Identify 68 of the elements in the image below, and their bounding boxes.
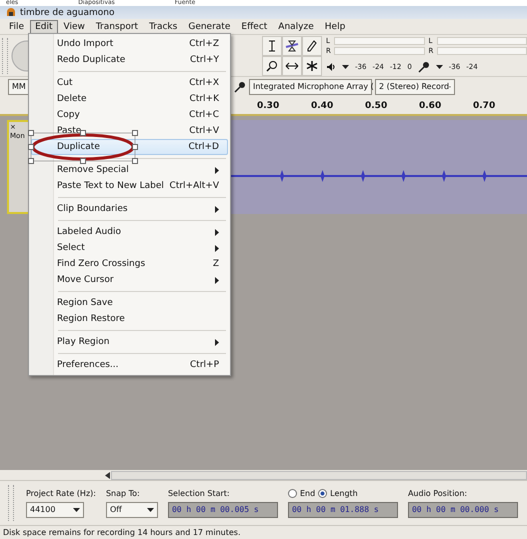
menu-item[interactable]: Copy Ctrl+C [31,107,228,123]
radio-button[interactable] [318,488,328,498]
app-icon [6,8,16,17]
double-arrow-icon [285,62,299,70]
radio-label: Length [330,488,358,498]
menu-title[interactable]: Tracks [144,20,182,34]
menu-item[interactable]: Duplicate Ctrl+D [31,139,228,155]
dropdown-caret-icon [436,64,443,68]
field-label: Audio Position: [408,488,468,498]
pencil-icon [307,40,317,52]
menu-title[interactable]: File [4,20,30,34]
menu-item[interactable]: Redo Duplicate Ctrl+Y [31,52,228,68]
magnifier-icon [266,60,278,72]
input-channels-dropdown[interactable]: 2 (Stereo) Record [375,78,455,94]
time-field[interactable]: 00 h 00 m 00.000 s [408,502,518,518]
asterisk-icon [306,60,318,72]
envelope-icon [285,40,299,52]
menu-item[interactable]: Play Region [31,334,228,350]
menu-title[interactable]: Effect [236,20,272,34]
dropdown-caret-icon [73,508,80,512]
window-title: timbre de aguamono [20,8,114,18]
zoom-tool-button[interactable] [262,56,282,76]
menu-title[interactable]: Generate [183,20,236,34]
dropdown-caret-icon [146,508,154,512]
menu-title[interactable]: Edit [30,20,58,34]
envelope-tool-button[interactable] [282,36,302,56]
time-shift-tool-button[interactable] [282,56,302,76]
ruler-label: 0.40 [311,100,334,112]
microphone-icon[interactable] [418,60,430,72]
menu-title[interactable]: Analyze [273,20,319,34]
project-rate-dropdown[interactable]: 44100 [26,502,84,518]
status-bar: Disk space remains for recording 14 hours and 17 minutes. [0,525,527,539]
ruler-label: 0.60 [419,100,442,112]
microphone-icon [234,80,246,92]
selection-tool-button[interactable] [262,36,282,56]
menu-item[interactable]: Remove Special [31,162,228,178]
horizontal-scrollbar[interactable] [110,470,527,480]
menu-item[interactable]: Labeled Audio [31,224,228,240]
field-label: Snap To: [106,488,141,498]
time-field[interactable]: 00 h 00 m 00.005 s [168,502,278,518]
menu-item[interactable]: Find Zero Crossings Z [31,256,228,272]
speaker-icon[interactable] [326,62,336,72]
menu-item[interactable]: Select [31,240,228,256]
field-label: Selection Start: [168,488,231,498]
menu-item[interactable]: Clip Boundaries [31,201,228,217]
menu-item[interactable]: Undo Import Ctrl+Z [31,36,228,52]
radio-button[interactable] [288,488,297,498]
i-beam-icon [268,40,276,52]
multi-tool-button[interactable] [302,56,322,76]
time-field[interactable]: 00 h 00 m 01.888 s [288,502,398,518]
menu-title[interactable]: Help [320,20,350,34]
input-device-dropdown[interactable]: Integrated Microphone Array ( [249,78,372,94]
snap-to-dropdown[interactable]: Off [106,502,158,518]
menu-item[interactable]: Move Cursor [31,272,228,288]
dropdown-caret-icon [342,64,349,68]
menu-item[interactable]: Paste Ctrl+V [31,123,228,139]
ruler-label: 0.70 [473,100,496,112]
menu-title[interactable]: Transport [90,20,144,34]
menu-item[interactable]: Region Restore [31,311,228,327]
menu-item[interactable]: Region Save [31,295,228,311]
field-label: Project Rate (Hz): [26,488,96,498]
menu-item[interactable]: Preferences... Ctrl+P [31,357,228,373]
radio-label: End [300,488,316,498]
pencil-tool-button[interactable] [302,36,322,56]
ruler-label: 0.50 [365,100,388,112]
menu-item[interactable]: Paste Text to New Label Ctrl+Alt+V [31,178,228,194]
ruler-label: 0.30 [257,100,280,112]
menu-title[interactable]: View [58,20,90,34]
